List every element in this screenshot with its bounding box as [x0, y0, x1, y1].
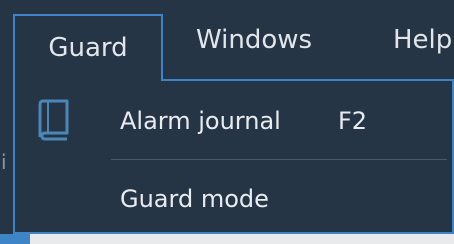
book-icon — [37, 98, 71, 142]
menu-item-alarm-journal[interactable]: Alarm journal F2 — [15, 85, 452, 157]
menu-bar: Guard Windows Help — [0, 0, 454, 81]
bottom-accent — [0, 234, 30, 244]
menu-item-guard-mode[interactable]: Guard mode — [15, 163, 452, 235]
menu-windows[interactable]: Windows — [196, 0, 312, 80]
menu-help[interactable]: Help — [393, 0, 452, 80]
guard-dropdown-menu: Alarm journal F2 Guard mode — [13, 79, 454, 234]
alarm-journal-label: Alarm journal — [120, 107, 281, 135]
background-text-fragment: i — [1, 150, 7, 174]
menu-guard[interactable]: Guard — [13, 14, 163, 81]
alarm-journal-shortcut: F2 — [338, 107, 368, 135]
menu-separator — [111, 159, 447, 160]
bottom-strip — [0, 234, 454, 244]
app-window: Guard Windows Help i Alarm journal F2 Gu… — [0, 0, 454, 244]
guard-mode-label: Guard mode — [120, 185, 269, 213]
